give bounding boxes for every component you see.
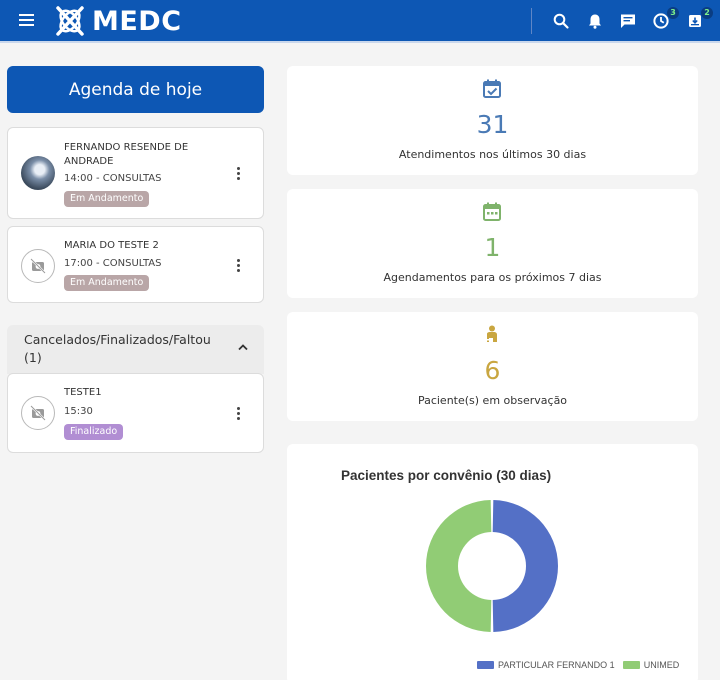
inbox-badge: 2	[701, 7, 713, 19]
stat-value: 6	[484, 356, 501, 385]
no-photo-icon	[21, 249, 55, 283]
chart-legend: PARTICULAR FERNANDO 1 UNIMED	[477, 660, 687, 670]
chat-icon[interactable]	[619, 12, 637, 30]
search-icon[interactable]	[552, 12, 570, 30]
closed-section-header[interactable]: Cancelados/Finalizados/Faltou (1)	[7, 325, 264, 374]
donut-slice-1[interactable]	[425, 500, 492, 632]
appointment-time: 15:30	[64, 406, 93, 417]
legend-label: PARTICULAR FERNANDO 1	[498, 660, 615, 670]
more-options-icon[interactable]	[237, 407, 241, 421]
stat-value: 31	[476, 110, 509, 139]
appointment-time: 17:00 - CONSULTAS	[64, 258, 162, 269]
status-badge: Finalizado	[64, 424, 124, 440]
bell-icon[interactable]	[586, 12, 604, 30]
legend-item-1[interactable]: UNIMED	[622, 660, 680, 670]
donut-slice-0[interactable]	[492, 500, 559, 632]
more-options-icon[interactable]	[237, 167, 241, 181]
inbox-icon[interactable]: 2	[686, 7, 713, 30]
section-title: Cancelados/Finalizados/Faltou (1)	[24, 332, 211, 365]
stat-card-attendances: 31 Atendimentos nos últimos 30 dias	[287, 66, 698, 175]
calendar-icon	[481, 201, 503, 223]
chevron-up-icon[interactable]	[237, 343, 249, 351]
chart-card: Pacientes por convênio (30 dias) PARTICU…	[287, 444, 698, 680]
stat-value: 1	[484, 233, 501, 262]
calendar-check-icon	[481, 78, 503, 100]
appointment-time: 14:00 - CONSULTAS	[64, 173, 162, 184]
brand-name: MEDC	[92, 5, 182, 37]
stat-card-upcoming: 1 Agendamentos para os próximos 7 dias	[287, 189, 698, 298]
clock-badge: 3	[667, 7, 679, 19]
divider	[531, 8, 532, 34]
status-badge: Em Andamento	[64, 275, 150, 291]
legend-item-0[interactable]: PARTICULAR FERNANDO 1	[477, 660, 615, 670]
logo-icon	[56, 6, 84, 36]
more-options-icon[interactable]	[237, 259, 241, 273]
stat-label: Paciente(s) em observação	[417, 394, 568, 407]
chart-title: Pacientes por convênio (30 dias)	[341, 468, 552, 483]
appointment-card[interactable]: MARIA DO TESTE 2 17:00 - CONSULTAS Em An…	[7, 226, 264, 303]
status-badge: Em Andamento	[64, 191, 150, 207]
legend-swatch	[477, 661, 494, 669]
patient-name: MARIA DO TESTE 2	[64, 240, 159, 251]
legend-swatch	[622, 661, 640, 669]
menu-icon[interactable]	[19, 14, 34, 27]
today-agenda-button[interactable]: Agenda de hoje	[7, 66, 264, 113]
logo[interactable]: MEDC	[52, 3, 182, 39]
patient-name: FERNANDO RESENDE DE ANDRADE	[64, 142, 189, 167]
no-photo-icon	[21, 396, 55, 430]
stat-label: Agendamentos para os próximos 7 dias	[383, 271, 602, 284]
stat-label: Atendimentos nos últimos 30 dias	[398, 148, 587, 161]
appointment-card[interactable]: TESTE1 15:30 Finalizado	[7, 373, 264, 453]
clock-icon[interactable]: 3	[652, 7, 679, 30]
stat-card-observation: 6 Paciente(s) em observação	[287, 312, 698, 421]
avatar	[21, 156, 55, 190]
patient-name: TESTE1	[64, 387, 102, 398]
legend-label: UNIMED	[643, 660, 680, 670]
top-bar: MEDC 3 2	[0, 0, 720, 43]
patient-icon	[481, 324, 503, 346]
donut-chart	[425, 500, 559, 632]
appointment-card[interactable]: FERNANDO RESENDE DE ANDRADE 14:00 - CONS…	[7, 127, 264, 219]
